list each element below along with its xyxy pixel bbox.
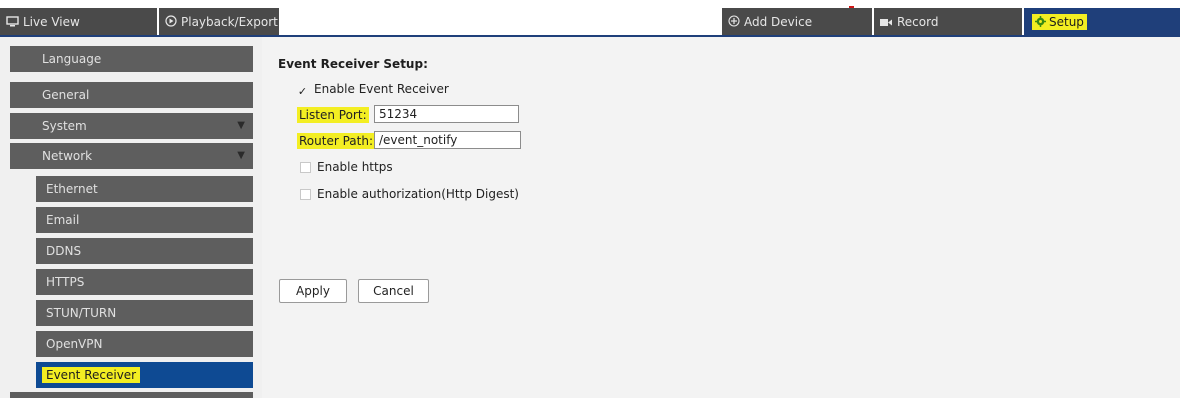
router-path-input[interactable]: /event_notify	[374, 131, 521, 149]
sidebar-item-partial[interactable]	[10, 392, 253, 398]
enable-https-checkbox[interactable]	[300, 162, 311, 173]
sidebar-item-label: HTTPS	[46, 275, 85, 289]
event-receiver-panel: Event Receiver Setup: ✓ Enable Event Rece…	[262, 37, 1180, 398]
sidebar-item-email[interactable]: Email	[36, 207, 253, 233]
tab-playback-export-label: Playback/Export	[181, 15, 278, 29]
tab-record[interactable]: Record	[874, 8, 1022, 36]
sidebar-item-label: OpenVPN	[46, 337, 103, 351]
sidebar-item-label: Language	[42, 52, 102, 66]
sidebar-item-label: STUN/TURN	[46, 306, 117, 320]
listen-port-label: Listen Port:	[297, 107, 369, 123]
tab-setup-highlight: Setup	[1032, 14, 1087, 30]
gear-icon	[1035, 9, 1046, 37]
plus-circle-icon	[728, 9, 740, 37]
sidebar-item-openvpn[interactable]: OpenVPN	[36, 331, 253, 357]
sidebar-item-stun-turn[interactable]: STUN/TURN	[36, 300, 253, 326]
chevron-down-icon: ▼	[237, 120, 245, 131]
sidebar-item-network[interactable]: Network ▼	[10, 143, 253, 169]
sidebar-item-label: Email	[46, 213, 80, 227]
tab-playback-export[interactable]: Playback/Export	[159, 8, 279, 36]
sidebar-item-label: Event Receiver	[42, 367, 141, 383]
sidebar: Language General System ▼ Network ▼ Ethe…	[0, 37, 262, 398]
sidebar-item-label: General	[42, 88, 90, 102]
listen-port-row: Listen Port:	[297, 107, 369, 123]
tab-setup[interactable]: Setup	[1024, 8, 1180, 36]
tab-add-device[interactable]: Add Device	[722, 8, 872, 36]
play-circle-icon	[165, 9, 177, 37]
tab-setup-label: Setup	[1049, 15, 1084, 29]
sidebar-item-general[interactable]: General	[10, 82, 253, 108]
router-path-label: Router Path:	[297, 133, 375, 149]
sidebar-item-label: DDNS	[46, 244, 82, 258]
enable-https-row[interactable]: Enable https	[300, 160, 393, 174]
apply-button[interactable]: Apply	[279, 279, 347, 303]
monitor-icon	[6, 9, 19, 37]
top-navigation-bar: Live View Playback/Export Add Device Rec…	[0, 0, 1180, 37]
enable-event-receiver-label: Enable Event Receiver	[314, 82, 449, 96]
page-title: Event Receiver Setup:	[278, 57, 428, 71]
sidebar-item-label: Ethernet	[46, 182, 98, 196]
tab-add-device-label: Add Device	[744, 15, 813, 29]
router-path-row: Router Path:	[297, 133, 375, 149]
sidebar-item-label: System	[42, 119, 87, 133]
sidebar-item-ethernet[interactable]: Ethernet	[36, 176, 253, 202]
enable-event-receiver-checkbox[interactable]: ✓	[297, 86, 308, 98]
sidebar-item-language[interactable]: Language	[10, 46, 253, 72]
chevron-down-icon: ▼	[237, 150, 245, 161]
tab-live-view[interactable]: Live View	[0, 8, 157, 36]
tab-record-label: Record	[897, 15, 939, 29]
enable-auth-label: Enable authorization(Http Digest)	[317, 187, 519, 201]
enable-https-label: Enable https	[317, 160, 393, 174]
sidebar-item-label: Network	[42, 149, 93, 163]
camera-icon	[880, 9, 893, 37]
enable-auth-row[interactable]: Enable authorization(Http Digest)	[300, 187, 519, 201]
tab-live-view-label: Live View	[23, 15, 80, 29]
cancel-button[interactable]: Cancel	[358, 279, 429, 303]
sidebar-item-https[interactable]: HTTPS	[36, 269, 253, 295]
listen-port-input[interactable]: 51234	[374, 105, 519, 123]
sidebar-item-system[interactable]: System ▼	[10, 113, 253, 139]
enable-auth-checkbox[interactable]	[300, 189, 311, 200]
sidebar-item-ddns[interactable]: DDNS	[36, 238, 253, 264]
enable-event-receiver-row[interactable]: ✓ Enable Event Receiver	[297, 82, 449, 98]
sidebar-item-event-receiver[interactable]: Event Receiver	[36, 362, 253, 388]
